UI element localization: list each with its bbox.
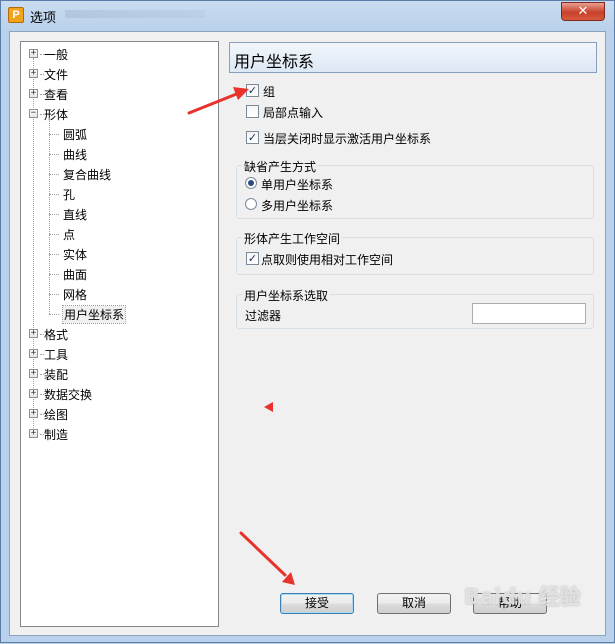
tree-item-8[interactable]: + 数据交换: [21, 384, 218, 402]
tree-subitem-5[interactable]: 直线: [21, 204, 218, 222]
tree-branch-line: [49, 118, 50, 314]
show-active-ucs-checkbox-label[interactable]: 当层关闭时显示激活用户坐标系: [263, 130, 431, 147]
tree-item-7[interactable]: + 装配: [21, 364, 218, 382]
tree-connector: [49, 254, 59, 255]
tree-item-5[interactable]: + 格式: [21, 324, 218, 342]
checkmark-icon: ✓: [247, 131, 258, 144]
tree-connector: [49, 274, 59, 275]
filter-label: 过滤器: [245, 309, 282, 323]
tree-item-label: 绘图: [44, 408, 69, 422]
blurred-title-region: [65, 10, 205, 18]
tree-item-10[interactable]: + 制造: [21, 424, 218, 442]
tree-subitem-label: 孔: [63, 188, 76, 202]
tree-connector: [49, 214, 59, 215]
expand-icon[interactable]: +: [29, 69, 38, 78]
dialog-client: + 一般 + 文件 + 查看 − 形体 圆弧 曲线 复合曲线孔直线点实体 曲面 网格 用户坐标系 + 格式 + 工…: [9, 31, 606, 636]
tree-connector: [49, 174, 59, 175]
filter-input[interactable]: [472, 303, 586, 324]
collapse-icon[interactable]: −: [29, 109, 38, 118]
tree-subitem-label: 圆弧: [63, 128, 88, 142]
tree-subitem-label: 点: [63, 228, 76, 242]
tree-subitem-1[interactable]: 圆弧: [21, 124, 218, 142]
tree-subitem-4[interactable]: 孔: [21, 184, 218, 202]
tree-connector: [49, 154, 59, 155]
group-checkbox-label[interactable]: 组: [263, 83, 275, 100]
tree-item-label: 工具: [44, 348, 69, 362]
tree-item-label: 数据交换: [44, 388, 93, 402]
tree-item-1[interactable]: + 一般: [21, 44, 218, 62]
accept-button[interactable]: 接受: [280, 593, 354, 614]
tree-connector: [49, 294, 59, 295]
multi-ucs-radio-label[interactable]: 多用户坐标系: [261, 197, 333, 214]
tree-subitem-label: 曲面: [63, 268, 88, 282]
close-button[interactable]: ✕: [561, 2, 605, 21]
tree-item-4[interactable]: − 形体: [21, 104, 218, 122]
expand-icon[interactable]: +: [29, 389, 38, 398]
baidu-watermark: Baidu 经验: [464, 585, 581, 609]
cancel-button[interactable]: 取消: [377, 593, 451, 614]
options-window: P 选项 ✕ + 一般 + 文件 + 查看 − 形体 圆弧 曲线 复合曲线孔直线点实体 曲面 网格 用户坐…: [0, 0, 615, 643]
tree-subitem-label: 直线: [63, 208, 88, 222]
local-point-checkbox-label[interactable]: 局部点输入: [263, 104, 323, 121]
tree-item-selected-label: 用户坐标系: [61, 305, 127, 324]
tree-connector: [49, 234, 59, 235]
tree-item-label: 格式: [44, 328, 69, 342]
tree-item-2[interactable]: + 文件: [21, 64, 218, 82]
tree-item-label: 装配: [44, 368, 69, 382]
checkmark-icon: ✓: [247, 84, 258, 97]
relative-workspace-checkbox[interactable]: ✓: [246, 252, 259, 265]
tree-item-3[interactable]: + 查看: [21, 84, 218, 102]
tree-connector: [49, 194, 59, 195]
expand-icon[interactable]: +: [29, 349, 38, 358]
close-icon: ✕: [577, 4, 589, 19]
radio-selected-dot: [248, 180, 254, 186]
expand-icon[interactable]: +: [29, 369, 38, 378]
tree-subitem-8[interactable]: 曲面: [21, 264, 218, 282]
group-checkbox[interactable]: ✓: [246, 84, 259, 97]
title-bar[interactable]: P 选项 ✕: [1, 1, 614, 29]
single-ucs-radio-label[interactable]: 单用户坐标系: [261, 176, 333, 193]
tree-subitem-label: 实体: [63, 248, 88, 262]
tree-subitem-3[interactable]: 复合曲线: [21, 164, 218, 182]
expand-icon[interactable]: +: [29, 429, 38, 438]
tree-subitem-label: 复合曲线: [63, 168, 112, 182]
tree-item-9[interactable]: + 绘图: [21, 404, 218, 422]
relative-workspace-checkbox-label[interactable]: 点取则使用相对工作空间: [261, 251, 393, 268]
tree-item-label: 制造: [44, 428, 69, 442]
tree-connector: [49, 134, 59, 135]
tree-subitem-9[interactable]: 网格: [21, 284, 218, 302]
panel-title: 用户坐标系: [234, 52, 315, 71]
tree-item-label: 查看: [44, 88, 69, 102]
panel-header: 用户坐标系: [229, 42, 597, 73]
expand-icon[interactable]: +: [29, 409, 38, 418]
expand-icon[interactable]: +: [29, 49, 38, 58]
tree-item-label: 形体: [44, 108, 69, 122]
tree-connector: [49, 314, 59, 315]
expand-icon[interactable]: +: [29, 329, 38, 338]
ucs-select-group-title: 用户坐标系选取: [242, 287, 331, 304]
app-logo-icon[interactable]: P: [8, 7, 24, 23]
tree-subitem-label: 曲线: [63, 148, 88, 162]
tree-subitem-7[interactable]: 实体: [21, 244, 218, 262]
local-point-checkbox[interactable]: [246, 105, 259, 118]
tree-item-6[interactable]: + 工具: [21, 344, 218, 362]
expand-icon[interactable]: +: [29, 89, 38, 98]
tree-subitem-6[interactable]: 点: [21, 224, 218, 242]
tree-item-label: 一般: [44, 48, 69, 62]
tree-subitem-10[interactable]: 用户坐标系: [21, 304, 218, 324]
window-title: 选项: [30, 11, 57, 26]
tree-item-label: 文件: [44, 68, 69, 82]
checkmark-icon: ✓: [247, 252, 258, 265]
category-tree[interactable]: + 一般 + 文件 + 查看 − 形体 圆弧 曲线 复合曲线孔直线点实体 曲面 网格 用户坐标系 + 格式 + 工…: [20, 41, 219, 627]
multi-ucs-radio[interactable]: [245, 198, 257, 210]
show-active-ucs-checkbox[interactable]: ✓: [246, 131, 259, 144]
tree-subitem-label: 网格: [63, 288, 88, 302]
default-mode-group-title: 缺省产生方式: [242, 158, 319, 175]
tree-subitem-2[interactable]: 曲线: [21, 144, 218, 162]
workspace-group-title: 形体产生工作空间: [242, 230, 343, 247]
single-ucs-radio[interactable]: [245, 177, 257, 189]
